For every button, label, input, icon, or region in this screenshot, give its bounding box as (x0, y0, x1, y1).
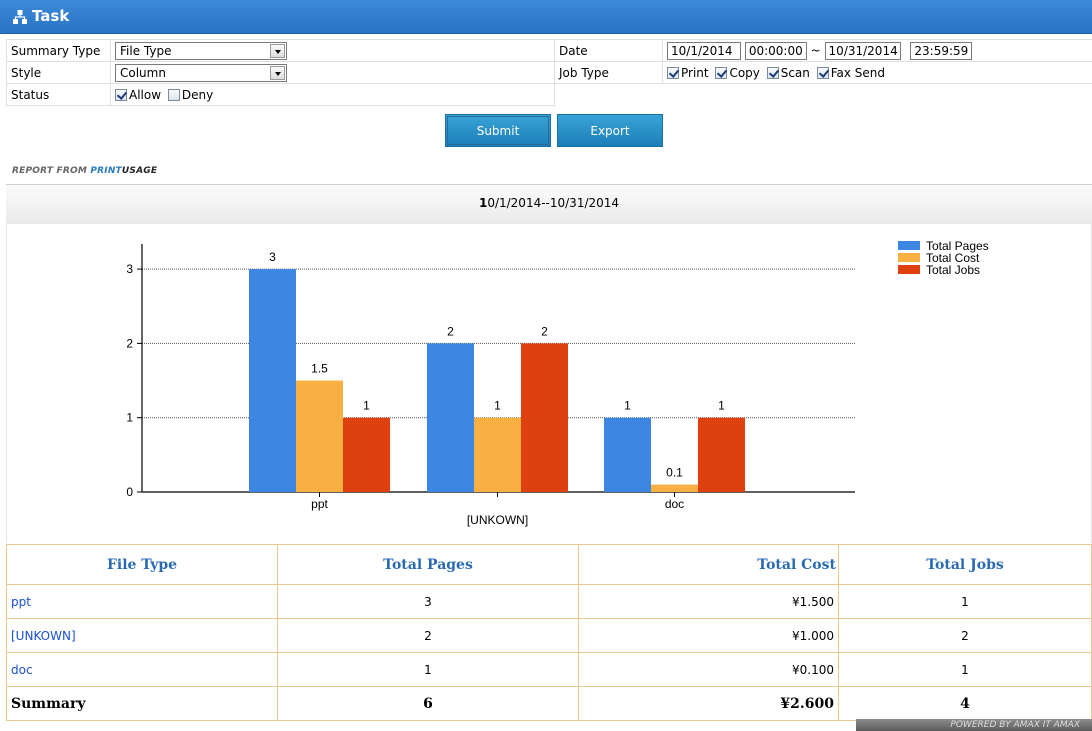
window-titlebar: Task (0, 0, 1092, 34)
cell-total-pages: 1 (277, 652, 579, 687)
x-tick-label: doc (665, 497, 684, 511)
data-label: 1 (718, 399, 725, 413)
time-to-input[interactable]: 23:59:59 (910, 41, 973, 60)
cell-total-jobs: 2 (838, 618, 1092, 653)
job-print-checkbox[interactable] (667, 66, 679, 79)
report-from-prefix: REPORT FROM (12, 166, 91, 176)
status-deny-label: Deny (181, 87, 214, 102)
cell-total-jobs: 1 (838, 652, 1092, 687)
summary-total-jobs: 4 (838, 686, 1092, 721)
window-title: Task (32, 7, 70, 25)
x-tick-label: ppt (311, 497, 328, 511)
date-range-header: 10/1/2014--10/31/2014 (6, 184, 1092, 224)
col-header-total-jobs[interactable]: Total Jobs (838, 544, 1092, 585)
chevron-down-icon[interactable] (270, 65, 285, 80)
chevron-down-icon[interactable] (270, 43, 285, 58)
cell-total-pages: 2 (277, 618, 579, 653)
export-button[interactable]: Export (557, 114, 663, 147)
date-separator: ~ (810, 43, 821, 57)
job-scan-label: Scan (780, 65, 810, 80)
table-row: ppt 3 ¥1.500 1 (6, 584, 1092, 619)
bar (296, 380, 343, 492)
summary-type-select[interactable]: File Type (115, 41, 287, 60)
bar (521, 343, 568, 492)
filter-form: Summary Type File Type Date 10/1/2014 00… (6, 39, 1092, 106)
y-tick-label: 2 (126, 336, 133, 350)
summary-row: Summary 6 ¥2.600 4 (6, 686, 1092, 721)
submit-button[interactable]: Submit (445, 114, 551, 147)
time-from-input[interactable]: 00:00:00 (744, 41, 807, 60)
data-label: 2 (447, 324, 454, 338)
task-icon (13, 10, 27, 24)
col-header-file-type[interactable]: File Type (6, 544, 278, 585)
status-allow-checkbox[interactable] (115, 88, 127, 101)
y-tick-label: 3 (126, 262, 133, 276)
data-label: 2 (541, 324, 548, 338)
bar (343, 417, 390, 492)
bar-chart: 012331.51ppt212[UNKOWN]10.11docTotal Pag… (126, 239, 988, 527)
data-label: 1.5 (311, 362, 328, 376)
job-fax-checkbox[interactable] (816, 66, 829, 79)
status-allow-label: Allow (129, 87, 162, 102)
data-label: 0.1 (666, 466, 683, 480)
bar (427, 343, 474, 492)
data-label: 1 (363, 399, 370, 413)
summary-total-cost: ¥2.600 (578, 686, 839, 721)
legend-swatch (898, 265, 920, 274)
job-scan-checkbox[interactable] (766, 66, 779, 79)
table-row: [UNKOWN] 2 ¥1.000 2 (6, 618, 1092, 653)
cell-total-cost: ¥0.100 (578, 652, 839, 687)
bar (249, 269, 296, 492)
summary-table: File Type Total Pages Total Cost Total J… (6, 544, 1092, 721)
legend-swatch (898, 253, 920, 262)
brand-usage: USAGE (121, 166, 158, 176)
table-header-row: File Type Total Pages Total Cost Total J… (6, 544, 1092, 585)
data-label: 1 (494, 399, 501, 413)
col-header-total-pages[interactable]: Total Pages (277, 544, 579, 585)
bar (651, 484, 698, 492)
col-header-total-cost[interactable]: Total Cost (578, 544, 839, 585)
file-type-link[interactable]: doc (6, 652, 278, 687)
date-range-text: 0/1/2014--10/31/2014 (487, 196, 620, 210)
date-from-input[interactable]: 10/1/2014 (667, 41, 741, 60)
summary-type-label: Summary Type (6, 39, 111, 62)
date-label: Date (554, 39, 663, 62)
data-label: 1 (624, 399, 631, 413)
x-tick-label: [UNKOWN] (467, 513, 528, 527)
chart-area: 0 1 2 3 3 1.5 1 ppt 2 1 2 [UNKOWN] 1 0.1 1 doc Total Pag… (6, 224, 1092, 543)
job-fax-label: Fax Send (830, 65, 886, 80)
legend-label: Total Jobs (926, 263, 980, 277)
legend-swatch (898, 241, 920, 250)
file-type-link[interactable]: ppt (6, 584, 278, 619)
job-type-label: Job Type (554, 61, 663, 84)
date-to-input[interactable]: 10/31/2014 (824, 41, 901, 60)
bar (698, 417, 745, 492)
summary-type-value: File Type (120, 43, 172, 58)
status-label: Status (6, 83, 111, 106)
file-type-link[interactable]: [UNKOWN] (6, 618, 278, 653)
y-tick-label: 1 (126, 411, 133, 425)
data-label: 3 (269, 250, 276, 264)
job-copy-checkbox[interactable] (715, 66, 728, 79)
cell-total-cost: ¥1.500 (578, 584, 839, 619)
bar (604, 417, 651, 492)
style-select[interactable]: Column (115, 63, 287, 82)
report-from-label: REPORT FROM PRINTUSAGE (12, 166, 157, 176)
y-tick-label: 0 (126, 485, 133, 499)
summary-total-pages: 6 (277, 686, 579, 721)
cell-total-jobs: 1 (838, 584, 1092, 619)
job-copy-label: Copy (729, 65, 760, 80)
style-label: Style (6, 61, 111, 84)
powered-by-footer: POWERED BY AMAX IT AMAX (856, 719, 1092, 731)
cell-total-pages: 3 (277, 584, 579, 619)
summary-label: Summary (6, 686, 278, 721)
brand-print: PRINT (90, 166, 122, 176)
cell-total-cost: ¥1.000 (578, 618, 839, 653)
bar (474, 417, 521, 492)
job-print-label: Print (681, 65, 709, 80)
style-value: Column (120, 65, 166, 80)
table-row: doc 1 ¥0.100 1 (6, 652, 1092, 687)
status-deny-checkbox[interactable] (167, 88, 180, 101)
